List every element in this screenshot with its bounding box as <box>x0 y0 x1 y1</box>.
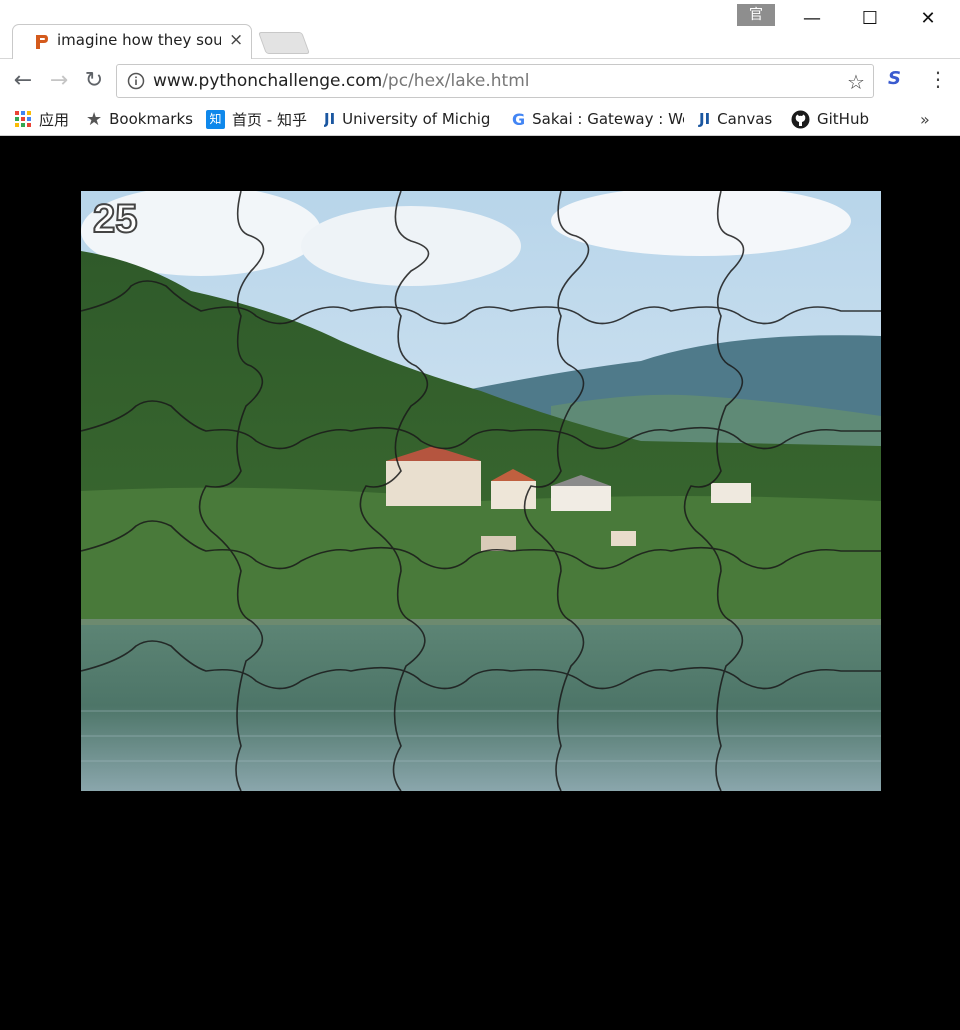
info-icon[interactable] <box>127 72 145 90</box>
ji-icon: JI <box>324 110 336 128</box>
back-button[interactable]: ← <box>10 68 36 94</box>
ji-icon: JI <box>699 110 711 128</box>
jigsaw-lake-image: 25 <box>81 191 881 791</box>
bookmarks-bar: 应用 ★ Bookmarks 知 首页 - 知乎 JI University o… <box>0 104 960 136</box>
maximize-button[interactable]: ☐ <box>855 8 885 30</box>
bookmark-label: 应用 <box>39 110 70 129</box>
url-text[interactable]: www.pythonchallenge.com/pc/hex/lake.html <box>153 71 529 91</box>
bookmark-github[interactable]: GitHub <box>791 108 869 130</box>
url-host: www.pythonchallenge.com <box>153 71 383 91</box>
github-icon <box>791 110 810 128</box>
bookmark-label: Canvas <box>717 110 773 128</box>
tab-title: imagine how they sound <box>57 31 221 49</box>
pythonchallenge-favicon-icon <box>36 35 48 49</box>
zhihu-icon: 知 <box>206 109 225 129</box>
bookmark-label: University of Michig <box>342 110 491 128</box>
lake-photo <box>81 191 881 791</box>
browser-chrome: imagine how they sound × 官 — ☐ ✕ ← → ↻ w… <box>0 0 960 136</box>
bookmark-apps[interactable]: 应用 <box>14 108 69 130</box>
tab-close-icon[interactable]: × <box>229 30 243 50</box>
reload-button[interactable]: ↻ <box>81 68 107 94</box>
new-tab-button[interactable] <box>257 32 311 54</box>
title-bar: imagine how they sound × 官 — ☐ ✕ <box>0 0 960 59</box>
bookmark-label: GitHub <box>817 110 869 128</box>
bookmark-star-icon[interactable]: ☆ <box>847 70 865 94</box>
star-icon: ★ <box>86 108 103 130</box>
url-path: /pc/hex/lake.html <box>382 71 530 91</box>
bookmark-zhihu[interactable]: 知 首页 - 知乎 <box>206 108 307 130</box>
ime-indicator: 官 <box>737 4 775 26</box>
apps-grid-icon <box>15 111 31 127</box>
tab-active[interactable]: imagine how they sound × <box>12 24 252 59</box>
close-window-button[interactable]: ✕ <box>913 8 943 30</box>
extension-icon[interactable]: S <box>888 68 901 89</box>
bookmark-sakai[interactable]: G Sakai : Gateway : We <box>512 108 684 130</box>
bookmark-label: Sakai : Gateway : We <box>532 110 684 128</box>
bookmarks-overflow-button[interactable]: » <box>920 108 930 130</box>
bookmark-bookmarks-folder[interactable]: ★ Bookmarks <box>86 108 193 130</box>
address-bar[interactable]: www.pythonchallenge.com/pc/hex/lake.html… <box>116 64 874 98</box>
bookmark-canvas[interactable]: JI Canvas <box>699 108 772 130</box>
minimize-button[interactable]: — <box>797 8 827 30</box>
google-icon: G <box>512 109 526 129</box>
menu-icon[interactable]: ⋮ <box>928 66 948 92</box>
puzzle-piece-number: 25 <box>92 196 138 242</box>
navigation-toolbar: ← → ↻ www.pythonchallenge.com/pc/hex/lak… <box>0 59 960 104</box>
bookmark-university[interactable]: JI University of Michig <box>324 108 494 130</box>
forward-button[interactable]: → <box>46 68 72 94</box>
bookmark-label: 首页 - 知乎 <box>232 110 307 129</box>
bookmark-label: Bookmarks <box>109 110 193 128</box>
